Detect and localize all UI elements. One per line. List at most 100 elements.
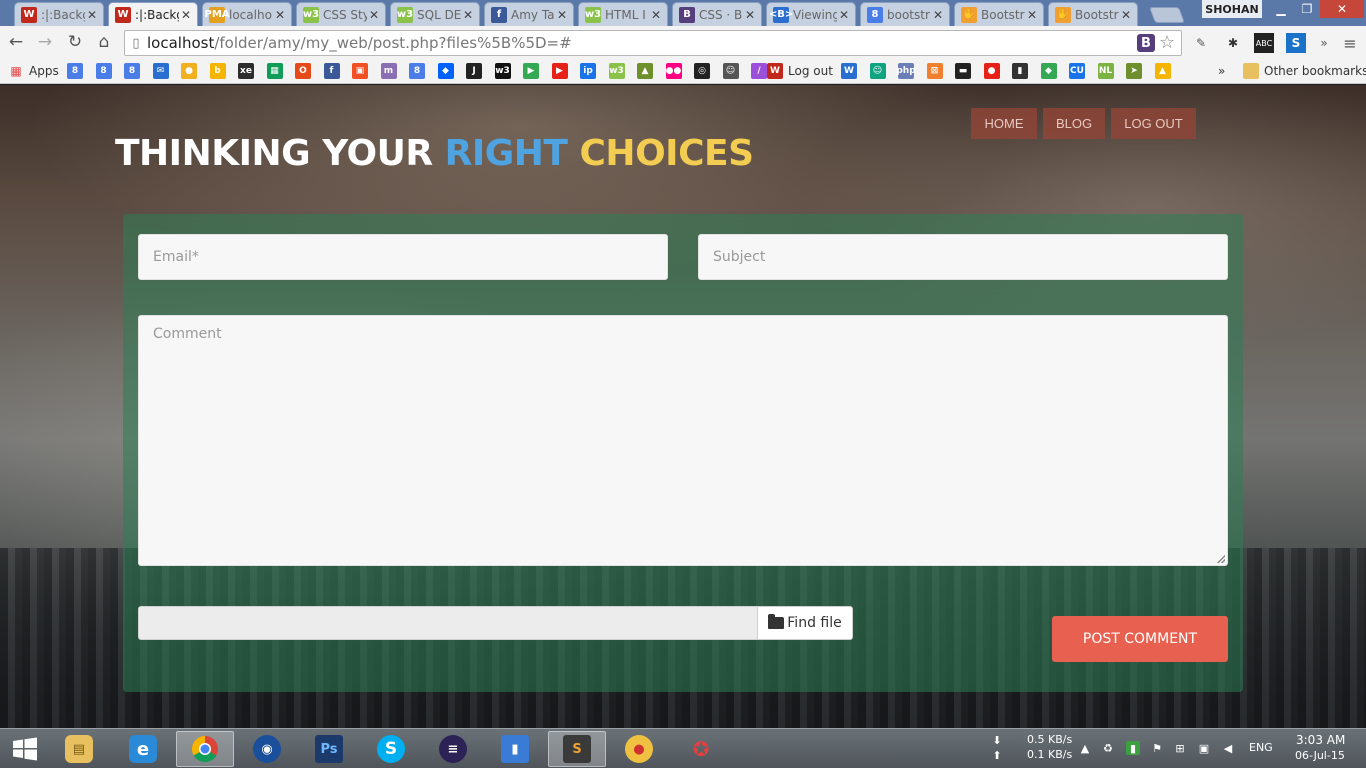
browser-tab[interactable]: W:|:Backg✕: [108, 2, 198, 26]
tab-close-icon[interactable]: ✕: [837, 8, 851, 22]
browser-tab[interactable]: f Amy Ta ✕: [484, 2, 574, 26]
bookmark-item[interactable]: ➤: [1126, 62, 1142, 80]
taskbar-sublime[interactable]: S: [548, 731, 606, 767]
tab-close-icon[interactable]: ✕: [273, 8, 287, 22]
network-icon[interactable]: ▣: [1197, 741, 1211, 755]
bookmark-item[interactable]: CU: [1069, 62, 1085, 80]
bookmark-item[interactable]: php: [896, 62, 916, 80]
windows-tray-icon[interactable]: ⊞: [1173, 741, 1187, 755]
recycle-icon[interactable]: ♻: [1101, 741, 1115, 755]
taskbar-photoshop[interactable]: Ps: [300, 731, 358, 767]
browser-tab[interactable]: w3 HTML I ✕: [578, 2, 668, 26]
flag-icon[interactable]: ⚑: [1150, 741, 1164, 755]
nav-home[interactable]: HOME: [971, 108, 1037, 139]
clock-time[interactable]: 3:03 AM: [1296, 733, 1345, 747]
tab-close-icon[interactable]: ✕: [85, 8, 99, 22]
abc-extension-icon[interactable]: ABC: [1254, 33, 1274, 53]
tab-close-icon[interactable]: ✕: [931, 8, 945, 22]
bookmark-item[interactable]: ☺: [869, 62, 886, 80]
tab-close-icon[interactable]: ✕: [179, 8, 193, 22]
bookmark-item[interactable]: b: [209, 62, 226, 80]
bookmark-item[interactable]: /: [751, 62, 767, 80]
browser-tab[interactable]: w3 SQL DE ✕: [390, 2, 480, 26]
tab-close-icon[interactable]: ✕: [367, 8, 381, 22]
forward-icon[interactable]: →: [34, 31, 56, 53]
bookmark-star-icon[interactable]: ☆: [1159, 32, 1175, 53]
subject-field[interactable]: Subject: [698, 234, 1228, 280]
bookmark-item[interactable]: f: [323, 62, 340, 80]
start-button[interactable]: [6, 733, 44, 765]
email-field[interactable]: Email*: [138, 234, 668, 280]
browser-tab[interactable]: w3 CSS Sty ✕: [296, 2, 386, 26]
bookmark-item[interactable]: xe: [238, 62, 254, 80]
taskbar-app-red[interactable]: ✪: [672, 731, 730, 767]
language-indicator[interactable]: ENG: [1249, 741, 1273, 754]
minimize-icon[interactable]: ▁: [1268, 0, 1294, 18]
show-hidden-icons-icon[interactable]: ▲: [1078, 741, 1092, 755]
taskbar-app-blue[interactable]: ▮: [486, 731, 544, 767]
back-icon[interactable]: ←: [5, 31, 27, 53]
bookmarks-overflow[interactable]: »: [1218, 62, 1225, 80]
file-path-input[interactable]: [138, 606, 758, 640]
taskbar-eclipse[interactable]: ≡: [424, 731, 482, 767]
post-comment-button[interactable]: POST COMMENT: [1052, 616, 1228, 662]
bookmark-item[interactable]: 8: [409, 62, 425, 80]
browser-tab[interactable]: 8 bootstr ✕: [860, 2, 950, 26]
taskbar-internet-explorer[interactable]: e: [114, 731, 172, 767]
bookmark-item[interactable]: ●: [983, 62, 1000, 80]
bookmark-item[interactable]: ▮: [1012, 62, 1028, 80]
browser-tab[interactable]: W:|:Backg✕: [14, 2, 104, 26]
reload-icon[interactable]: ↻: [64, 31, 86, 53]
clock-date[interactable]: 06-Jul-15: [1295, 749, 1345, 762]
taskbar-file-explorer[interactable]: ▤: [50, 731, 108, 767]
bookmark-item[interactable]: ▣: [352, 62, 368, 80]
bookmark-item[interactable]: ●●: [665, 62, 682, 80]
bookmark-apps[interactable]: ▦ Apps: [8, 62, 58, 80]
volume-icon[interactable]: ◀: [1221, 741, 1235, 755]
taskbar-skype[interactable]: S: [362, 731, 420, 767]
taskbar-paint[interactable]: ●: [610, 731, 668, 767]
bug-icon[interactable]: ✱: [1223, 33, 1243, 53]
comment-textarea[interactable]: Comment: [138, 315, 1228, 566]
browser-tab[interactable]: ✋ Bootstr ✕: [1048, 2, 1138, 26]
bookmark-item[interactable]: 8: [124, 62, 140, 80]
bookmark-item[interactable]: ⊠: [926, 62, 943, 80]
bookmark-item[interactable]: ▦: [266, 62, 283, 80]
new-tab-button[interactable]: [1149, 7, 1185, 23]
eyedropper-icon[interactable]: ✎: [1191, 33, 1211, 53]
find-file-button[interactable]: Find file: [757, 606, 853, 640]
s-extension-icon[interactable]: S: [1286, 33, 1306, 53]
browser-tab[interactable]: <B> Viewing ✕: [766, 2, 856, 26]
tab-close-icon[interactable]: ✕: [743, 8, 757, 22]
bookmark-item[interactable]: ◎: [694, 62, 710, 80]
bookmark-item[interactable]: ✉: [152, 62, 169, 80]
bookmark-item[interactable]: 8: [67, 62, 83, 80]
browser-tab[interactable]: ✋ Bootstr ✕: [954, 2, 1044, 26]
bookmark-item[interactable]: 8: [95, 62, 112, 80]
bookmark-item[interactable]: ▶: [551, 62, 568, 80]
taskbar-firefox[interactable]: ◉: [238, 731, 296, 767]
address-bar[interactable]: ▯ localhost/folder/amy/my_web/post.php?f…: [124, 30, 1182, 56]
tab-close-icon[interactable]: ✕: [461, 8, 475, 22]
bootstrap-extension-icon[interactable]: B: [1137, 34, 1155, 52]
bookmark-item[interactable]: ▲: [637, 62, 653, 80]
bookmark-item[interactable]: O: [295, 62, 311, 80]
bookmark-item[interactable]: ●: [181, 62, 197, 80]
bookmark-item[interactable]: ☺: [722, 62, 739, 80]
bookmark-item[interactable]: ▶: [523, 62, 539, 80]
close-window-icon[interactable]: ✕: [1320, 0, 1364, 18]
bookmark-item[interactable]: ▲: [1154, 62, 1171, 80]
resize-handle-icon[interactable]: [1217, 555, 1225, 563]
tab-close-icon[interactable]: ✕: [1119, 8, 1133, 22]
green-tray-icon[interactable]: ▮: [1126, 741, 1140, 755]
nav-blog[interactable]: BLOG: [1043, 108, 1105, 139]
extensions-overflow-icon[interactable]: »: [1314, 33, 1334, 53]
nav-logout[interactable]: LOG OUT: [1111, 108, 1196, 139]
bookmark-item[interactable]: m: [380, 62, 397, 80]
bookmark-item[interactable]: NL: [1097, 62, 1114, 80]
taskbar-chrome[interactable]: [176, 731, 234, 767]
bookmark-item[interactable]: w3: [494, 62, 511, 80]
profile-user-name[interactable]: SHOHAN: [1202, 0, 1262, 18]
bookmark-item[interactable]: W: [841, 62, 857, 80]
browser-tab[interactable]: B CSS · B ✕: [672, 2, 762, 26]
